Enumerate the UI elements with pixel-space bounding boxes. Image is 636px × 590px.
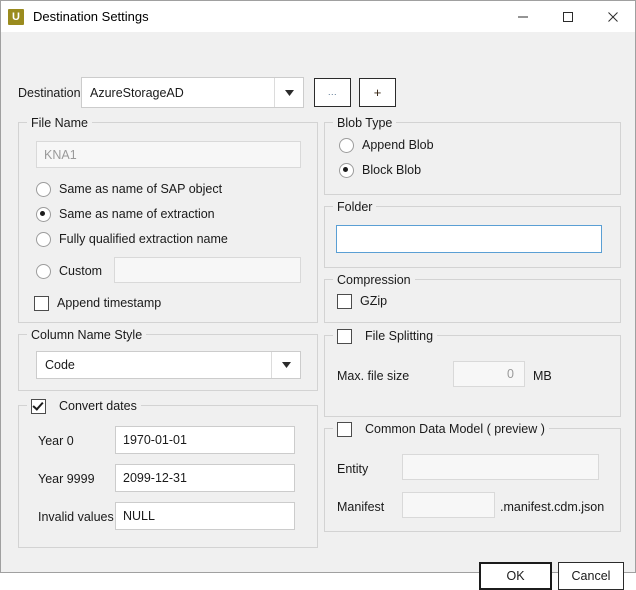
file-name-option-sap-object[interactable]: Same as name of SAP object (36, 181, 222, 197)
blob-type-option-label: Append Blob (362, 138, 434, 152)
convert-dates-group: Convert dates Year 0 1970-01-01 Year 999… (18, 398, 318, 548)
file-name-option-custom[interactable]: Custom (36, 263, 102, 279)
file-name-option-label: Fully qualified extraction name (59, 232, 228, 246)
max-file-size-label: Max. file size (337, 369, 410, 383)
maximize-button[interactable] (545, 1, 590, 32)
file-name-group: File Name KNA1 Same as name of SAP objec… (18, 115, 318, 323)
max-file-size-unit: MB (533, 369, 552, 383)
file-name-option-label: Custom (59, 264, 103, 278)
gzip-checkbox[interactable]: GZip (337, 293, 387, 309)
compression-group: Compression GZip (324, 272, 621, 323)
destination-add-button[interactable]: + (359, 78, 396, 107)
radio-icon (36, 263, 51, 279)
invalid-values-label: Invalid values (38, 510, 114, 524)
column-name-style-group: Column Name Style Code (18, 327, 318, 391)
column-name-style-value: Code (45, 358, 75, 372)
window-controls (500, 1, 635, 32)
blob-type-group: Blob Type Append Blob Block Blob (324, 115, 621, 195)
year-0-input[interactable]: 1970-01-01 (115, 426, 295, 454)
checkbox-icon (337, 293, 352, 309)
year-9999-label: Year 9999 (38, 472, 95, 486)
window-title: Destination Settings (33, 9, 149, 24)
dialog-client-area: Destination AzureStorageAD ... + File Na… (1, 32, 635, 590)
close-icon (607, 11, 618, 22)
file-name-option-extraction-name[interactable]: Same as name of extraction (36, 206, 215, 222)
convert-dates-group-title[interactable]: Convert dates (27, 398, 141, 414)
destination-browse-button[interactable]: ... (314, 78, 351, 107)
entity-input[interactable] (402, 454, 599, 480)
blob-type-option-append[interactable]: Append Blob (339, 137, 434, 153)
minimize-button[interactable] (500, 1, 545, 32)
folder-group-title: Folder (333, 199, 377, 215)
radio-icon (36, 231, 51, 247)
gzip-label: GZip (360, 294, 388, 308)
destination-label: Destination (18, 86, 81, 100)
chevron-down-icon[interactable] (274, 78, 303, 107)
minimize-icon (517, 16, 528, 17)
compression-group-label: Compression (337, 273, 411, 287)
folder-group: Folder (324, 199, 621, 268)
file-splitting-group-title[interactable]: File Splitting (333, 328, 438, 344)
cancel-button[interactable]: Cancel (558, 562, 624, 590)
checkbox-icon[interactable] (337, 421, 352, 437)
column-name-style-combobox[interactable]: Code (36, 351, 301, 379)
file-name-custom-input[interactable] (114, 257, 301, 283)
radio-icon (339, 162, 354, 178)
year-9999-input[interactable]: 2099-12-31 (115, 464, 295, 492)
file-name-preview-field: KNA1 (36, 141, 301, 168)
year-0-label: Year 0 (38, 434, 74, 448)
append-timestamp-label: Append timestamp (57, 296, 162, 310)
column-name-style-group-label: Column Name Style (31, 328, 143, 342)
append-timestamp-checkbox[interactable]: Append timestamp (34, 295, 161, 311)
radio-icon (339, 137, 354, 153)
checkbox-icon[interactable] (337, 328, 352, 344)
entity-label: Entity (337, 462, 369, 476)
plus-icon: + (373, 85, 382, 100)
column-name-style-group-title: Column Name Style (27, 327, 147, 343)
destination-combobox[interactable]: AzureStorageAD (81, 77, 304, 108)
max-file-size-input[interactable]: 0 (453, 361, 525, 387)
ok-button[interactable]: OK (479, 562, 552, 590)
radio-icon (36, 181, 51, 197)
manifest-label: Manifest (337, 500, 385, 514)
folder-group-label: Folder (337, 200, 373, 214)
ellipsis-icon: ... (327, 87, 337, 97)
file-splitting-group-label: File Splitting (365, 329, 434, 343)
maximize-icon (562, 11, 573, 22)
blob-type-option-block[interactable]: Block Blob (339, 162, 421, 178)
file-name-group-label: File Name (31, 116, 88, 130)
compression-group-title: Compression (333, 272, 415, 288)
u-app-icon: U (8, 8, 24, 25)
title-bar: U Destination Settings (1, 1, 635, 32)
destination-settings-window: U Destination Settings Destination Azure… (0, 0, 636, 590)
checkbox-icon (34, 295, 49, 311)
invalid-values-input[interactable]: NULL (115, 502, 295, 530)
blob-type-group-title: Blob Type (333, 115, 397, 131)
blob-type-group-label: Blob Type (337, 116, 393, 130)
radio-icon (36, 206, 51, 222)
convert-dates-group-label: Convert dates (59, 399, 137, 413)
common-data-model-group: Common Data Model ( preview ) Entity Man… (324, 421, 621, 532)
destination-combobox-value: AzureStorageAD (90, 85, 184, 100)
file-name-option-fully-qualified[interactable]: Fully qualified extraction name (36, 231, 228, 247)
chevron-down-icon[interactable] (271, 352, 300, 378)
manifest-input[interactable] (402, 492, 495, 518)
common-data-model-group-title[interactable]: Common Data Model ( preview ) (333, 421, 549, 437)
blob-type-option-label: Block Blob (362, 163, 422, 177)
checkbox-icon[interactable] (31, 398, 46, 414)
file-splitting-group: File Splitting Max. file size 0 MB (324, 328, 621, 417)
app-icon-letter: U (12, 10, 20, 23)
close-button[interactable] (590, 1, 635, 32)
manifest-suffix-label: .manifest.cdm.json (500, 500, 605, 514)
common-data-model-group-label: Common Data Model ( preview ) (365, 422, 545, 436)
file-name-group-title: File Name (27, 115, 92, 131)
file-name-option-label: Same as name of SAP object (59, 182, 223, 196)
file-name-option-label: Same as name of extraction (59, 207, 215, 221)
folder-input[interactable] (336, 225, 602, 253)
